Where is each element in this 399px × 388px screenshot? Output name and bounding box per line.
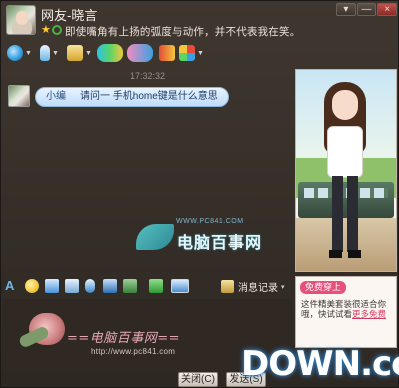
window-controls: ▾ — × <box>335 3 398 17</box>
contact-name: 网友-晓言 <box>41 8 98 23</box>
input-stamp-image: ==电脑百事网== http://www.pc841.com <box>11 303 231 363</box>
microphone-icon <box>40 45 50 61</box>
folder-icon <box>67 45 83 61</box>
tools-icon <box>159 45 175 61</box>
chevron-down-icon: ▼ <box>25 49 32 57</box>
down-cc-logo: DOWN.cc <box>241 341 399 387</box>
apps-button[interactable]: ▼ <box>179 43 204 63</box>
ad-badge[interactable]: 免费穿上 <box>300 281 347 294</box>
watermark-url: WWW.PC841.COM <box>176 218 244 225</box>
character-shoes <box>329 250 361 258</box>
close-button[interactable]: 关闭(C) <box>178 372 218 387</box>
history-icon <box>221 280 234 293</box>
chevron-down-icon: ▼ <box>85 49 92 57</box>
logo-text: DOWN <box>241 344 361 384</box>
title-bar: 网友-晓言 ★ 即使嘴角有上扬的弧度与动作，并不代表我在笑。 ▾ — × <box>1 1 399 43</box>
message-bubble: 小编 请问一 手机home键是什么意思 <box>35 87 229 107</box>
contact-avatar[interactable] <box>6 5 36 35</box>
status-icons: ★ <box>41 24 63 36</box>
screen-button[interactable] <box>127 43 153 63</box>
chat-window: 网友-晓言 ★ 即使嘴角有上扬的弧度与动作，并不代表我在笑。 ▾ — × ▼ ▼… <box>0 0 399 388</box>
apps-grid-icon <box>179 45 195 61</box>
rose-icon <box>29 313 65 345</box>
ad-panel[interactable]: 免费穿上 这件精美套装很适合你 哦，快试试看更多免费 <box>295 276 397 348</box>
font-icon[interactable]: A <box>5 279 19 293</box>
character-legs <box>332 176 358 252</box>
chevron-down-icon: ▼ <box>197 49 204 57</box>
main-toolbar: ▼ ▼ ▼ ▼ <box>1 43 399 67</box>
logo-suffix: .cc <box>360 344 399 384</box>
gift-icon[interactable] <box>149 279 163 293</box>
site-watermark: WWW.PC841.COM 电脑百事网 <box>134 218 294 256</box>
minimize-button[interactable]: — <box>356 3 377 16</box>
music-note-icon <box>97 44 123 62</box>
screenshot-icon[interactable] <box>65 279 79 293</box>
ad-text-line2-prefix: 哦，快试试看 <box>301 309 353 319</box>
sender-avatar[interactable] <box>8 85 30 107</box>
ad-text-line2: 哦，快试试看更多免费 <box>301 308 386 320</box>
emoji-icon[interactable] <box>25 279 39 293</box>
message-sender: 小编 <box>46 91 66 102</box>
avatar-show-panel[interactable] <box>295 69 397 272</box>
stamp-url: http://www.pc841.com <box>91 347 176 356</box>
music-icon[interactable] <box>103 279 117 293</box>
image-icon[interactable] <box>123 279 137 293</box>
leaf-logo-icon <box>136 224 174 250</box>
link-icon <box>127 44 153 62</box>
video-call-button[interactable]: ▼ <box>7 43 32 63</box>
message-timestamp: 17:32:32 <box>129 71 166 81</box>
chevron-down-icon: ▼ <box>52 49 59 57</box>
voice-message-icon[interactable] <box>85 279 95 293</box>
stamp-text: ==电脑百事网== <box>67 331 181 346</box>
menu-button[interactable]: ▾ <box>336 3 356 16</box>
qq-show-button[interactable] <box>97 43 123 63</box>
voice-call-button[interactable]: ▼ <box>37 43 59 63</box>
chevron-down-icon: ▾ <box>281 283 285 291</box>
character-shirt <box>327 126 363 178</box>
screen-share-icon[interactable] <box>171 279 189 293</box>
contact-signature: 即使嘴角有上扬的弧度与动作，并不代表我在笑。 <box>65 26 301 38</box>
character-face <box>332 90 358 120</box>
format-toolbar: A 消息记录 ▾ <box>1 276 294 298</box>
online-status-icon <box>52 25 62 35</box>
message-text: 请问一 手机home键是什么意思 <box>80 91 218 102</box>
message-history-label: 消息记录 <box>238 283 278 294</box>
message-history-button[interactable]: 消息记录 ▾ <box>221 278 285 295</box>
camera-icon <box>7 45 23 61</box>
tools-button[interactable] <box>159 43 175 63</box>
ad-more-link[interactable]: 更多免费 <box>352 309 386 319</box>
star-icon: ★ <box>41 24 51 36</box>
send-file-button[interactable]: ▼ <box>67 43 92 63</box>
close-window-button[interactable]: × <box>377 3 398 16</box>
watermark-brand: 电脑百事网 <box>177 235 263 252</box>
shake-icon[interactable] <box>45 279 59 293</box>
